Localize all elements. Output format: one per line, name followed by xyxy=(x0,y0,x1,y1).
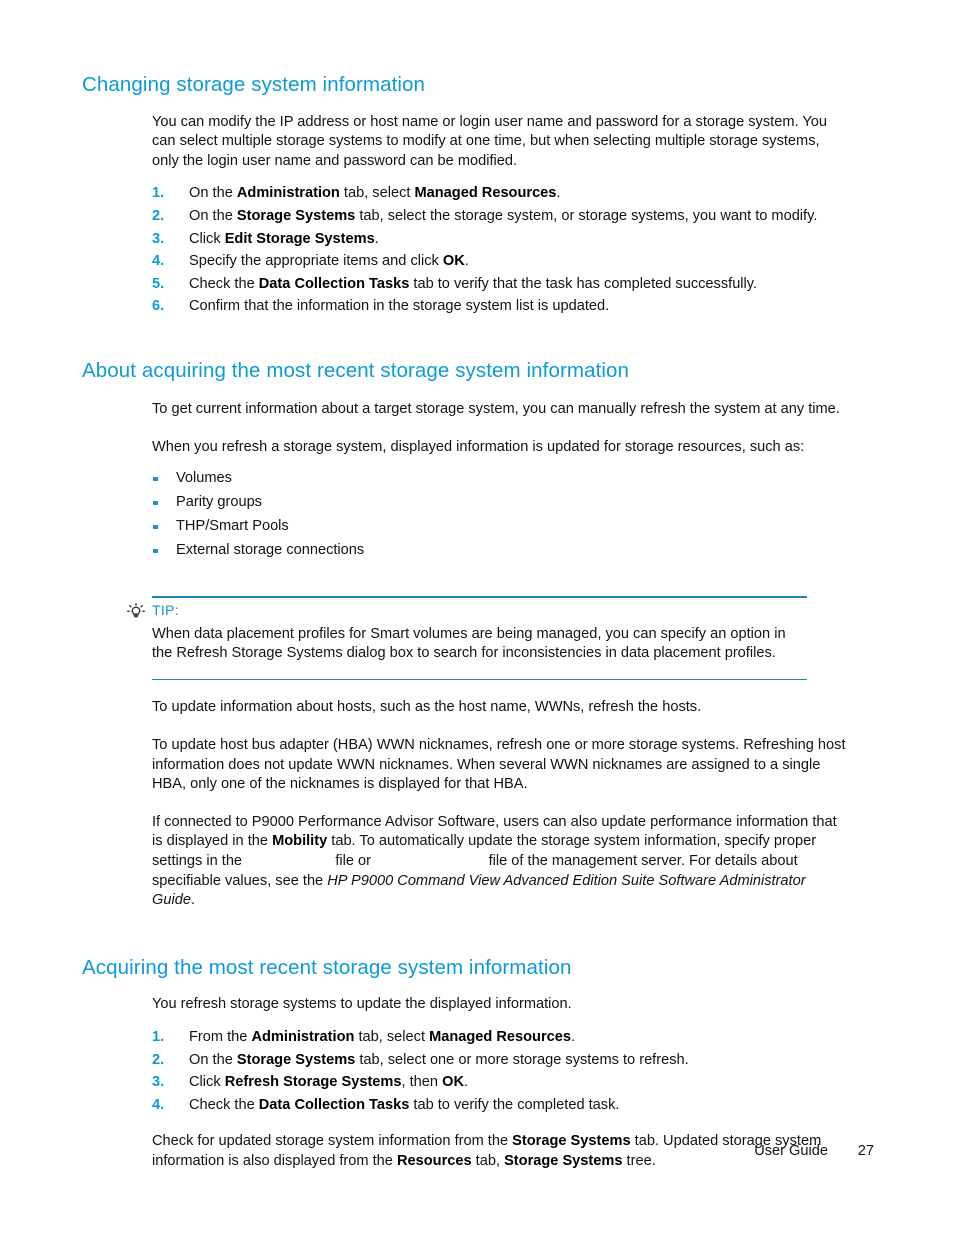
tip-body-text: When data placement profiles for Smart v… xyxy=(152,625,786,662)
storage-resources-bullet-list: Volumes Parity groups THP/Smart Pools Ex… xyxy=(152,469,847,560)
missing-filename-placeholder-1 xyxy=(246,852,331,872)
tip-top-rule xyxy=(152,596,807,598)
step-text: On the Storage Systems tab, select the s… xyxy=(189,208,818,224)
list-item: From the Administration tab, select Mana… xyxy=(152,1028,847,1048)
list-item: THP/Smart Pools xyxy=(152,517,847,536)
list-item: Parity groups xyxy=(152,493,847,512)
page-footer: User Guide 27 xyxy=(0,1143,954,1167)
step-text: Click Refresh Storage Systems, then OK. xyxy=(189,1074,469,1091)
tip-label: TIP: xyxy=(152,602,179,619)
section-about-acquiring-body: To get current information about a targe… xyxy=(152,400,847,560)
about-paragraph-3: To update information about hosts, such … xyxy=(152,699,702,716)
page-content: Changing storage system information You … xyxy=(82,72,872,1171)
step-text: Check the Data Collection Tasks tab to v… xyxy=(189,275,758,292)
list-item: On the Storage Systems tab, select one o… xyxy=(152,1051,847,1071)
list-item: Check the Data Collection Tasks tab to v… xyxy=(152,275,847,295)
step-text: Confirm that the information in the stor… xyxy=(189,298,610,315)
list-item: On the Storage Systems tab, select the s… xyxy=(152,207,847,227)
acquiring-steps-list: From the Administration tab, select Mana… xyxy=(152,1028,847,1116)
changing-intro-paragraph: You can modify the IP address or host na… xyxy=(152,113,827,169)
list-item: Check the Data Collection Tasks tab to v… xyxy=(152,1096,847,1116)
changing-steps-list: On the Administration tab, select Manage… xyxy=(152,184,847,317)
step-text: Specify the appropriate items and click … xyxy=(189,253,469,270)
about-paragraph-1: To get current information about a targe… xyxy=(152,401,840,418)
footer-document-label: User Guide xyxy=(754,1143,828,1159)
step-text: On the Administration tab, select Manage… xyxy=(189,185,561,202)
list-item: External storage connections xyxy=(152,541,847,560)
about-paragraph-4: To update host bus adapter (HBA) WWN nic… xyxy=(152,736,846,793)
missing-filename-placeholder-2 xyxy=(375,852,484,872)
section-changing-body: You can modify the IP address or host na… xyxy=(152,113,847,318)
tip-callout: TIP: When data placement profiles for Sm… xyxy=(126,596,807,681)
footer-page-number: 27 xyxy=(857,1143,874,1159)
list-item: Volumes xyxy=(152,469,847,488)
about-paragraph-2: When you refresh a storage system, displ… xyxy=(152,439,805,455)
list-item: Click Refresh Storage Systems, then OK. xyxy=(152,1073,847,1093)
heading-acquiring-most-recent-info: Acquiring the most recent storage system… xyxy=(82,955,572,979)
tip-bottom-rule xyxy=(152,678,807,681)
step-text: Click Edit Storage Systems. xyxy=(189,230,379,247)
section-about-acquiring-body-2: To update information about hosts, such … xyxy=(152,698,847,910)
list-item: Click Edit Storage Systems. xyxy=(152,230,847,250)
document-page: Changing storage system information You … xyxy=(0,0,954,1235)
step-text: From the Administration tab, select Mana… xyxy=(189,1028,576,1045)
lightbulb-icon xyxy=(126,602,146,622)
heading-changing-storage-system-information: Changing storage system information xyxy=(82,73,426,96)
acquiring-intro-paragraph: You refresh storage systems to update th… xyxy=(152,996,572,1013)
list-item: Specify the appropriate items and click … xyxy=(152,252,847,272)
about-paragraph-5: If connected to P9000 Performance Adviso… xyxy=(152,813,837,909)
step-text: Check the Data Collection Tasks tab to v… xyxy=(189,1096,620,1113)
heading-about-acquiring-most-recent-info: About acquiring the most recent storage … xyxy=(82,358,630,382)
step-text: On the Storage Systems tab, select one o… xyxy=(189,1051,689,1068)
tip-header: TIP: xyxy=(126,602,807,623)
list-item: Confirm that the information in the stor… xyxy=(152,297,847,317)
list-item: On the Administration tab, select Manage… xyxy=(152,184,847,204)
